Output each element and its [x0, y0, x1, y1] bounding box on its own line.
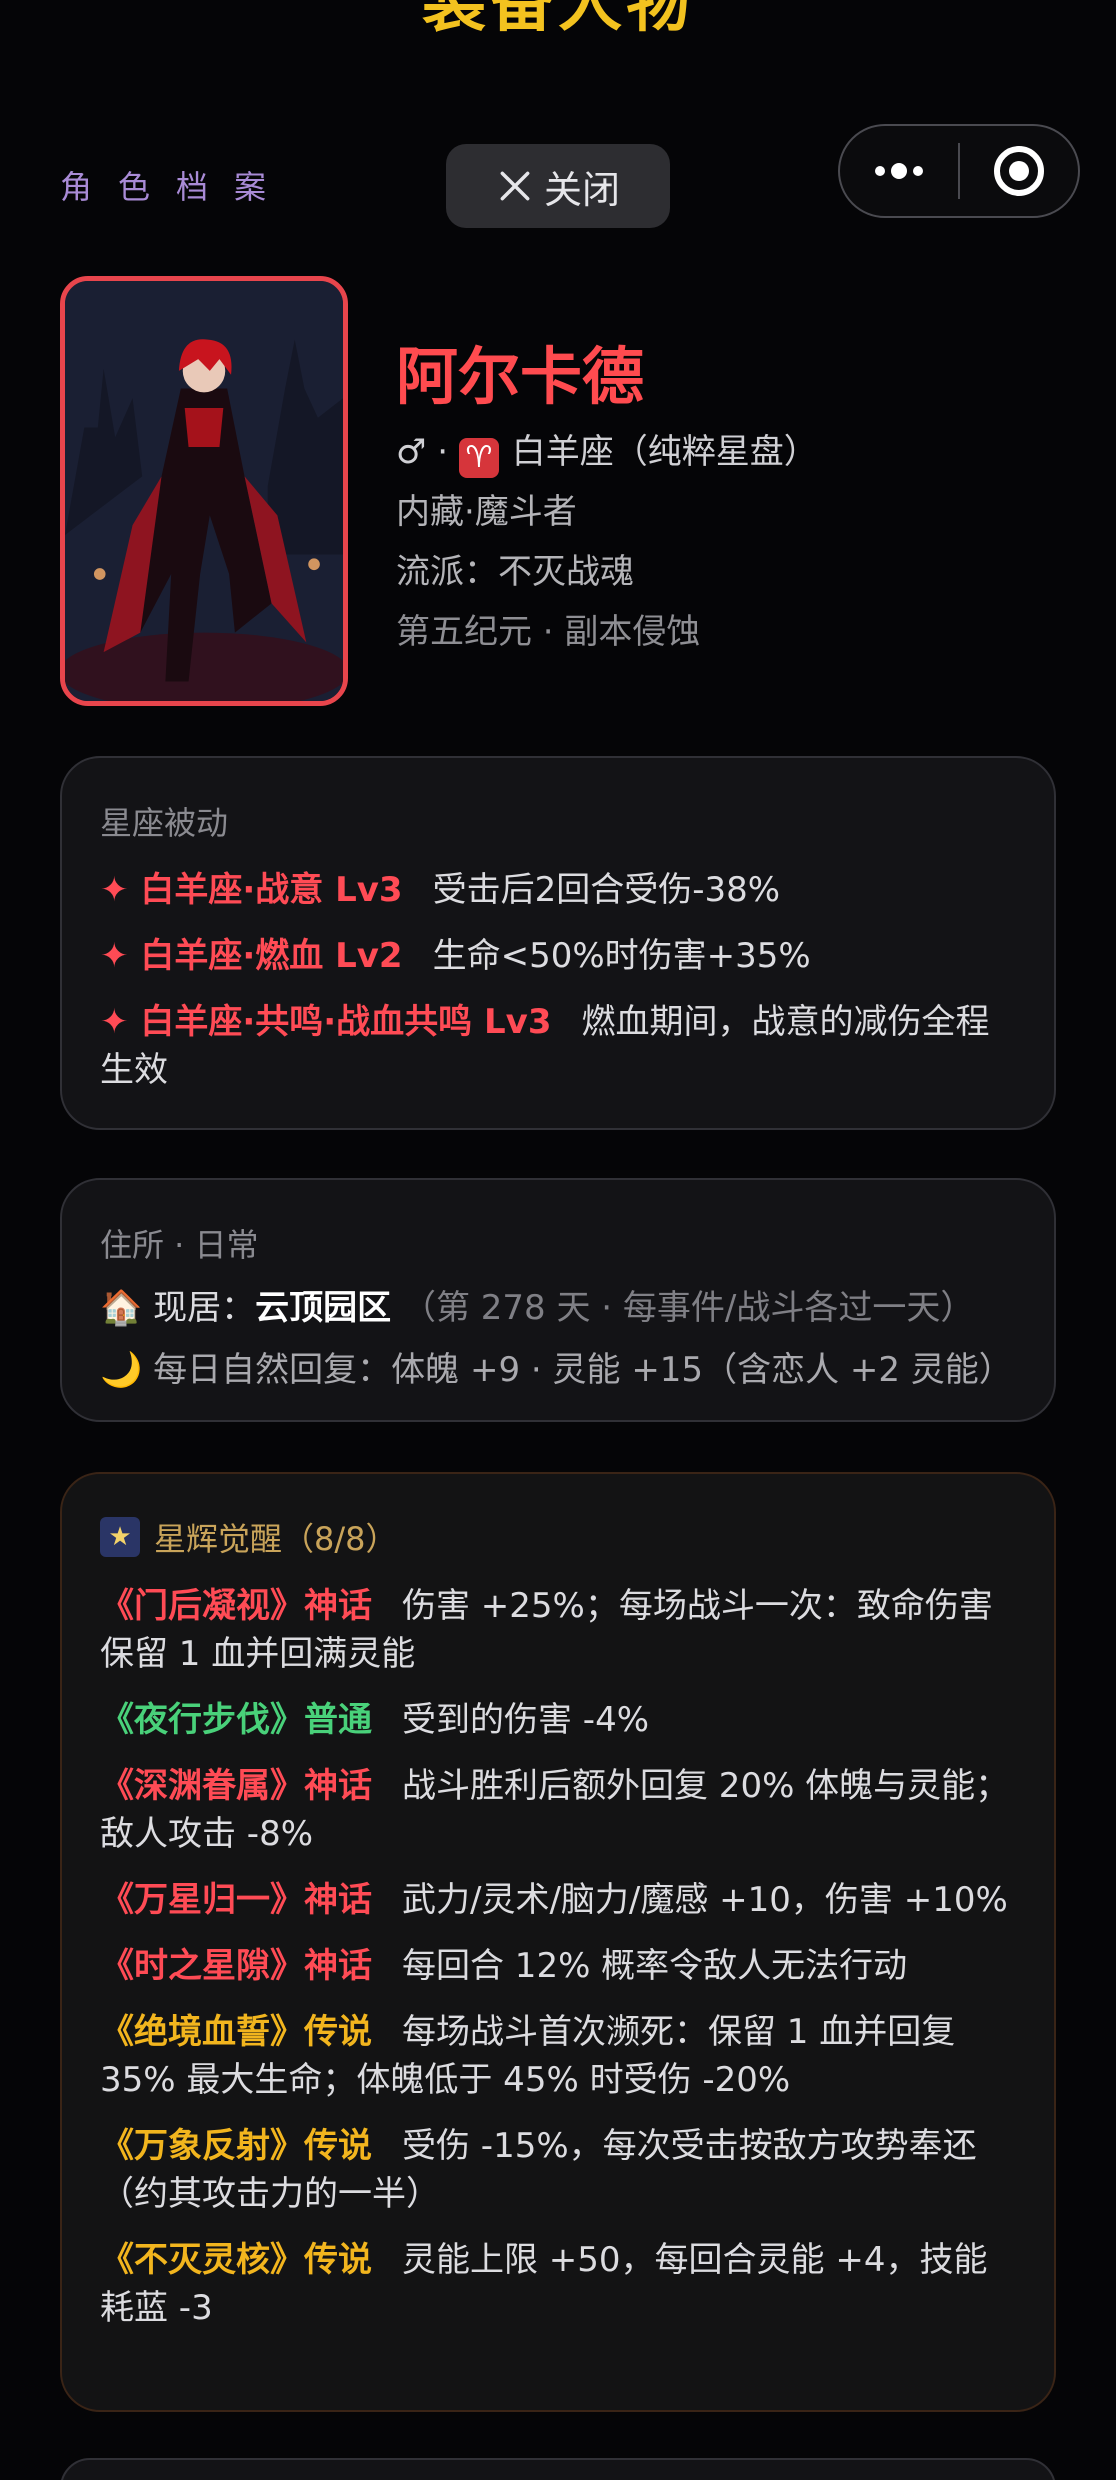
residence-card: 住所 · 日常 🏠 现居：云顶园区 （第 278 天 · 每事件/战斗各过一天）… [60, 1178, 1056, 1422]
awakening-title: 星辉觉醒（8/8） [154, 1520, 398, 1558]
awakening-desc: 受到的伤害 -4% [402, 1700, 650, 1740]
awakening-item: 《万星归一》神话 武力/灵术/脑力/魔感 +10，伤害 +10% [100, 1876, 1016, 1924]
page: 装备人物 角色档案 关闭 阿尔卡德 ♂ · ♈ 白羊座（纯粹星盘） 内藏·魔斗者… [0, 0, 1116, 2480]
residence-place: 云顶园区 [255, 1288, 392, 1328]
awakening-header: ★ 星辉觉醒（8/8） [100, 1514, 1016, 1560]
miniprogram-capsule [838, 124, 1080, 218]
target-icon [994, 146, 1044, 196]
passive-desc: 受击后2回合受伤-38% [432, 870, 781, 910]
residence-title: 住所 · 日常 [100, 1226, 259, 1264]
moon-icon: 🌙 [100, 1350, 143, 1390]
awakening-item: 《绝境血誓》传说 每场战斗首次濒死：保留 1 血并回复 35% 最大生命；体魄低于… [100, 2008, 1016, 2104]
character-portrait [60, 276, 348, 706]
recovery-row: 🌙 每日自然回复：体魄 +9 · 灵能 +15（含恋人 +2 灵能） [100, 1346, 1016, 1394]
awakening-item: 《夜行步伐》普通 受到的伤害 -4% [100, 1696, 1016, 1744]
more-dots-icon [875, 163, 923, 179]
awakening-item: 《时之星隙》神话 每回合 12% 概率令敌人无法行动 [100, 1942, 1016, 1990]
awakening-name: 《万星归一》神话 [100, 1880, 372, 1920]
awakening-item: 《深渊眷属》神话 战斗胜利后额外回复 20% 体魄与灵能；敌人攻击 -8% [100, 1762, 1016, 1858]
aries-icon: ♈ [458, 438, 499, 478]
top-title: 装备人物 [422, 0, 694, 41]
residence-row: 🏠 现居：云顶园区 （第 278 天 · 每事件/战斗各过一天） [100, 1284, 1016, 1332]
house-icon: 🏠 [100, 1288, 143, 1328]
awakening-card: ★ 星辉觉醒（8/8） 《门后凝视》神话 伤害 +25%；每场战斗一次：致命伤害保… [60, 1472, 1056, 2412]
awakening-name: 《万象反射》传说 [100, 2126, 372, 2166]
passive-card: 星座被动 ✦ 白羊座·战意 Lv3 受击后2回合受伤-38% ✦ 白羊座·燃血 L… [60, 756, 1056, 1130]
recovery-text: 每日自然回复：体魄 +9 · 灵能 +15（含恋人 +2 灵能） [153, 1350, 1013, 1390]
more-button[interactable] [840, 126, 958, 216]
awakening-name: 《门后凝视》神话 [100, 1586, 372, 1626]
residence-note: （第 278 天 · 每事件/战斗各过一天） [401, 1288, 975, 1328]
gender-icon: ♂ [396, 432, 427, 472]
separator-dot: · [437, 432, 459, 472]
close-button[interactable]: 关闭 [446, 144, 670, 228]
passive-name: ✦ 白羊座·战意 Lv3 [100, 870, 403, 910]
character-name: 阿尔卡德 [396, 340, 645, 413]
character-school: 流派：不灭战魂 [396, 552, 634, 592]
shooting-star-icon: ★ [100, 1517, 140, 1557]
awakening-name: 《夜行步伐》普通 [100, 1700, 372, 1740]
zodiac-text: 白羊座（纯粹星盘） [511, 432, 818, 472]
awakening-desc: 武力/灵术/脑力/魔感 +10，伤害 +10% [402, 1880, 1008, 1920]
passive-name: ✦ 白羊座·共鸣·战血共鸣 Lv3 [100, 1002, 552, 1042]
awakening-name: 《时之星隙》神话 [100, 1946, 372, 1986]
passive-item: ✦ 白羊座·共鸣·战血共鸣 Lv3 燃血期间，战意的减伤全程生效 [100, 998, 1016, 1094]
next-card-peek [60, 2458, 1056, 2480]
passive-desc: 生命<50%时伤害+35% [432, 936, 811, 976]
character-era: 第五纪元 · 副本侵蚀 [396, 612, 701, 652]
passive-item: ✦ 白羊座·战意 Lv3 受击后2回合受伤-38% [100, 866, 1016, 914]
awakening-desc: 每回合 12% 概率令敌人无法行动 [402, 1946, 908, 1986]
awakening-name: 《不灭灵核》传说 [100, 2240, 372, 2280]
close-icon [500, 171, 530, 201]
section-label: 角色档案 [60, 168, 293, 206]
passive-item: ✦ 白羊座·燃血 Lv2 生命<50%时伤害+35% [100, 932, 1016, 980]
character-gender-zodiac: ♂ · ♈ 白羊座（纯粹星盘） [396, 424, 818, 478]
residence-label: 现居： [153, 1288, 256, 1328]
awakening-name: 《深渊眷属》神话 [100, 1766, 372, 1806]
character-hidden-class: 内藏·魔斗者 [396, 492, 577, 532]
close-label: 关闭 [543, 167, 620, 212]
awakening-item: 《不灭灵核》传说 灵能上限 +50，每回合灵能 +4，技能耗蓝 -3 [100, 2236, 1016, 2332]
awakening-name: 《绝境血誓》传说 [100, 2012, 372, 2052]
portrait-illustration [65, 281, 343, 701]
exit-button[interactable] [960, 126, 1078, 216]
awakening-item: 《门后凝视》神话 伤害 +25%；每场战斗一次：致命伤害保留 1 血并回满灵能 [100, 1582, 1016, 1678]
passive-title: 星座被动 [100, 804, 229, 842]
passive-name: ✦ 白羊座·燃血 Lv2 [100, 936, 403, 976]
awakening-item: 《万象反射》传说 受伤 -15%，每次受击按敌方攻势奉还（约其攻击力的一半） [100, 2122, 1016, 2218]
